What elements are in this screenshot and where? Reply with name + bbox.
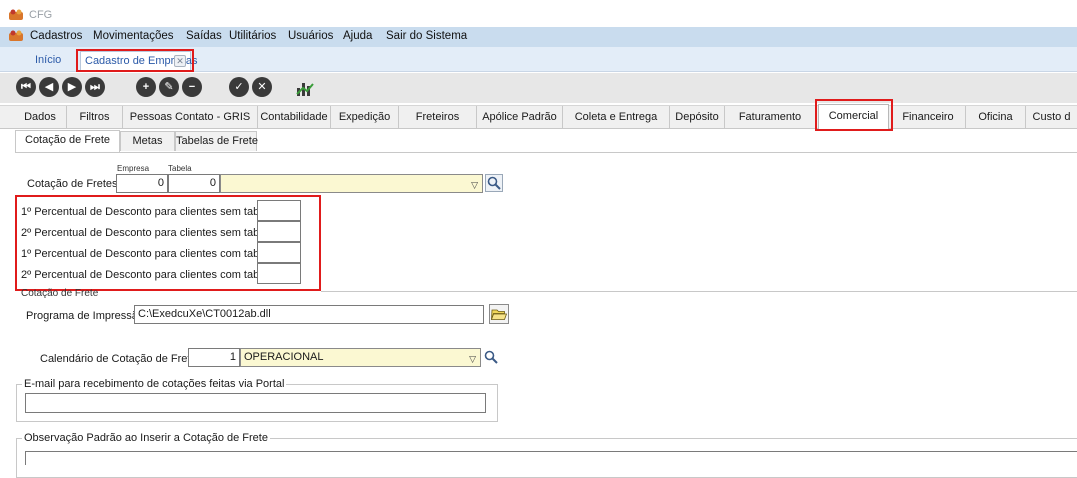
- calendario-combo[interactable]: OPERACIONAL ▽: [240, 348, 481, 367]
- desconto-2-input[interactable]: [257, 221, 301, 242]
- desconto-1-input[interactable]: [257, 200, 301, 221]
- tab-pessoas-contato[interactable]: Pessoas Contato - GRIS: [123, 106, 258, 129]
- desconto-2-label: 2º Percentual de Desconto para clientes …: [21, 227, 274, 239]
- desconto-3-label: 1º Percentual de Desconto para clientes …: [21, 248, 274, 260]
- calendario-combo-value: OPERACIONAL: [244, 351, 324, 363]
- cotacao-frete-group-border: [321, 291, 1077, 292]
- tab-inicio[interactable]: Início: [29, 51, 67, 71]
- menu-sair[interactable]: Sair do Sistema: [386, 30, 467, 42]
- tab-apolice-padrao[interactable]: Apólice Padrão: [477, 106, 563, 129]
- programa-impressao-input[interactable]: C:\ExedcuXe\CT0012ab.dll: [134, 305, 484, 324]
- menu-cadastros[interactable]: Cadastros: [30, 30, 82, 42]
- main-tab-bar: Dados Filtros Pessoas Contato - GRIS Con…: [0, 99, 1077, 131]
- last-record-icon[interactable]: ⏭: [85, 77, 105, 97]
- chevron-down-icon: ▽: [469, 354, 476, 364]
- prev-record-icon[interactable]: ◀: [39, 77, 59, 97]
- cotacao-combo[interactable]: ▽: [220, 174, 483, 193]
- highlight-tab-box: [76, 49, 194, 72]
- cotacao-fretes-label: Cotação de Fretes: [27, 178, 118, 190]
- app-logo-icon: [9, 9, 23, 20]
- desconto-4-label: 2º Percentual de Desconto para clientes …: [21, 269, 274, 281]
- observacao-textarea[interactable]: [25, 451, 1077, 465]
- tabela-caption: Tabela: [168, 164, 192, 173]
- edit-icon[interactable]: ✎: [159, 77, 179, 97]
- menu-usuarios[interactable]: Usuários: [288, 30, 333, 42]
- subtab-metas[interactable]: Metas: [120, 131, 175, 151]
- tab-dados[interactable]: Dados: [14, 106, 67, 129]
- desconto-4-input[interactable]: [257, 263, 301, 284]
- tab-freteiros[interactable]: Freteiros: [399, 106, 477, 129]
- menu-app-icon[interactable]: [9, 30, 23, 42]
- cancel-icon[interactable]: ✕: [252, 77, 272, 97]
- folder-open-icon: [490, 309, 508, 320]
- tab-oficina[interactable]: Oficina: [966, 106, 1026, 129]
- menu-movimentacoes[interactable]: Movimentações: [93, 30, 174, 42]
- menu-ajuda[interactable]: Ajuda: [343, 30, 372, 42]
- tab-filtros[interactable]: Filtros: [67, 106, 123, 129]
- tab-contabilidade[interactable]: Contabilidade: [258, 106, 331, 129]
- add-icon[interactable]: +: [136, 77, 156, 97]
- desconto-3-input[interactable]: [257, 242, 301, 263]
- empresa-caption: Empresa: [117, 164, 150, 173]
- menu-utilitarios[interactable]: Utilitários: [229, 30, 276, 42]
- first-record-icon[interactable]: ⏮: [16, 77, 36, 97]
- menu-bar: Cadastros Movimentações Saídas Utilitári…: [0, 27, 1077, 47]
- remove-icon[interactable]: −: [182, 77, 202, 97]
- highlight-comercial-box: [815, 99, 893, 131]
- search-icon: [487, 176, 501, 190]
- tab-faturamento[interactable]: Faturamento: [725, 106, 816, 129]
- search-lookup-button[interactable]: [485, 174, 503, 192]
- document-tab-strip: Início Cadastro de Empresas ✕: [0, 47, 1077, 72]
- tab-custo[interactable]: Custo d: [1026, 106, 1077, 129]
- toolbar: ⏮ ◀ ▶ ⏭ + ✎ − ✓ ✕: [0, 73, 1077, 103]
- email-group-title: E-mail para recebimento de cotações feit…: [22, 378, 287, 390]
- cotacao-frete-group-title: Cotação de Frete: [21, 288, 99, 299]
- calendario-label: Calendário de Cotação de Frete: [40, 353, 197, 365]
- observacao-group-title: Observação Padrão ao Inserir a Cotação d…: [22, 432, 270, 444]
- calendario-number-input[interactable]: 1: [188, 348, 240, 367]
- tabela-input[interactable]: 0: [168, 174, 220, 193]
- content-divider: [15, 152, 1077, 153]
- title-bar: CFG: [0, 0, 1077, 30]
- open-folder-button[interactable]: [489, 304, 509, 324]
- confirm-icon[interactable]: ✓: [229, 77, 249, 97]
- email-input[interactable]: [25, 393, 486, 413]
- chart-report-icon[interactable]: [295, 78, 315, 98]
- subtab-tabelas-frete[interactable]: Tabelas de Frete: [175, 131, 258, 151]
- chevron-down-icon: ▽: [471, 180, 478, 190]
- tab-coleta-entrega[interactable]: Coleta e Entrega: [563, 106, 670, 129]
- menu-saidas[interactable]: Saídas: [186, 30, 222, 42]
- search-icon[interactable]: [483, 349, 499, 365]
- subtab-cotacao-frete[interactable]: Cotação de Frete: [15, 130, 120, 152]
- tab-expedicao[interactable]: Expedição: [331, 106, 399, 129]
- tab-deposito[interactable]: Depósito: [670, 106, 725, 129]
- desconto-1-label: 1º Percentual de Desconto para clientes …: [21, 206, 274, 218]
- empresa-input[interactable]: 0: [116, 174, 168, 193]
- programa-impressao-label: Programa de Impressão: [26, 310, 144, 322]
- tab-financeiro[interactable]: Financeiro: [891, 106, 966, 129]
- next-record-icon[interactable]: ▶: [62, 77, 82, 97]
- window-title: CFG: [29, 9, 53, 21]
